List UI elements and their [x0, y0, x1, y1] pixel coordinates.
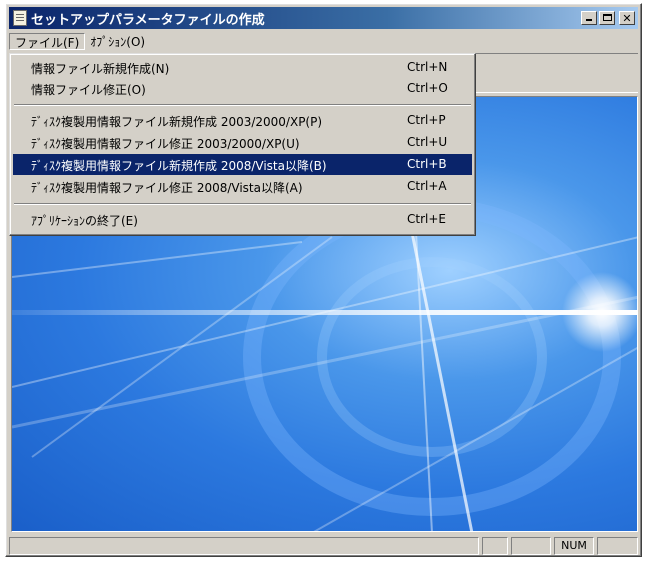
num-lock-indicator: NUM: [554, 537, 594, 555]
menu-item-label: ﾃﾞｨｽｸ複製用情報ファイル修正 2003/2000/XP(U): [31, 137, 300, 151]
title-bar[interactable]: セットアップパラメータファイルの作成 ✕: [9, 7, 638, 29]
window-title: セットアップパラメータファイルの作成: [31, 12, 265, 28]
window-controls: ✕: [579, 11, 635, 25]
minimize-button[interactable]: [581, 11, 597, 25]
close-button[interactable]: ✕: [619, 11, 635, 25]
menu-item-shortcut: Ctrl+A: [407, 179, 447, 193]
menu-item-label: 情報ファイル修正(O): [31, 83, 146, 97]
status-message-panel: [9, 537, 479, 555]
document-icon[interactable]: [13, 10, 27, 26]
menu-item-label: ﾃﾞｨｽｸ複製用情報ファイル新規作成 2003/2000/XP(P): [31, 115, 323, 129]
status-bar: NUM: [9, 535, 638, 555]
menu-item-shortcut: Ctrl+U: [407, 135, 448, 149]
status-panel-caps: [482, 537, 508, 555]
file-menu-dropdown: 情報ファイル新規作成(N) Ctrl+N 情報ファイル修正(O) Ctrl+O …: [9, 53, 476, 236]
menu-item-new-disk-dup-2003[interactable]: ﾃﾞｨｽｸ複製用情報ファイル新規作成 2003/2000/XP(P) Ctrl+…: [13, 110, 472, 131]
maximize-icon: [603, 14, 612, 21]
menu-item-shortcut: Ctrl+E: [407, 212, 446, 226]
menu-item-shortcut: Ctrl+O: [407, 81, 448, 95]
maximize-button[interactable]: [599, 11, 615, 25]
menu-bar: ファイル(F) ｵﾌﾟｼｮﾝ(O): [9, 31, 638, 51]
menu-item-shortcut: Ctrl+B: [407, 157, 447, 171]
menu-item-edit-disk-dup-2008[interactable]: ﾃﾞｨｽｸ複製用情報ファイル修正 2008/Vista以降(A) Ctrl+A: [13, 176, 472, 197]
menu-item-exit-app[interactable]: ｱﾌﾟﾘｹｰｼｮﾝの終了(E) Ctrl+E: [13, 209, 472, 230]
menu-item-label: ﾃﾞｨｽｸ複製用情報ファイル修正 2008/Vista以降(A): [31, 181, 303, 195]
menu-item-label: ｱﾌﾟﾘｹｰｼｮﾝの終了(E): [31, 214, 138, 228]
menu-item-shortcut: Ctrl+P: [407, 113, 446, 127]
status-panel-extra: [597, 537, 638, 555]
close-icon: ✕: [622, 11, 632, 25]
menu-item-shortcut: Ctrl+N: [407, 60, 448, 74]
menu-item-edit-info-file[interactable]: 情報ファイル修正(O) Ctrl+O: [13, 78, 472, 99]
menu-separator: [14, 203, 471, 205]
menu-item-new-info-file[interactable]: 情報ファイル新規作成(N) Ctrl+N: [13, 57, 472, 78]
menu-item-new-disk-dup-2008[interactable]: ﾃﾞｨｽｸ複製用情報ファイル新規作成 2008/Vista以降(B) Ctrl+…: [13, 154, 472, 175]
menu-options[interactable]: ｵﾌﾟｼｮﾝ(O): [85, 33, 150, 50]
minimize-icon: [586, 19, 592, 21]
menu-item-edit-disk-dup-2003[interactable]: ﾃﾞｨｽｸ複製用情報ファイル修正 2003/2000/XP(U) Ctrl+U: [13, 132, 472, 153]
menu-file[interactable]: ファイル(F): [9, 32, 86, 50]
menu-item-label: 情報ファイル新規作成(N): [31, 62, 170, 76]
status-panel-scroll: [511, 537, 551, 555]
menu-item-label: ﾃﾞｨｽｸ複製用情報ファイル新規作成 2008/Vista以降(B): [31, 159, 327, 173]
menu-separator: [14, 104, 471, 106]
